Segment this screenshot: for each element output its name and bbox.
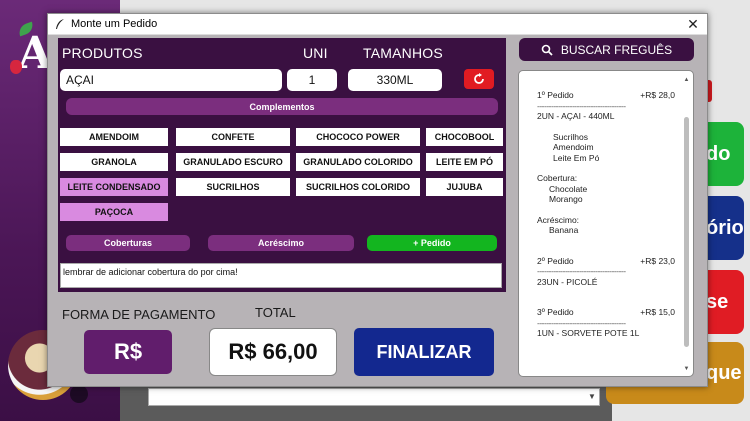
tile-label: se xyxy=(706,290,729,313)
order-title: 2º Pedido xyxy=(537,255,574,266)
header-tamanhos: TAMANHOS xyxy=(363,45,443,61)
order-header: 1º Pedido +R$ 28,0 xyxy=(537,90,675,101)
complemento-granulado-colorido[interactable]: GRANULADO COLORIDO xyxy=(296,153,420,171)
payment-method-button[interactable]: R$ xyxy=(84,330,172,374)
search-icon xyxy=(541,44,553,56)
coberturas-button[interactable]: Coberturas xyxy=(66,235,190,251)
complemento-leite-condensado[interactable]: LEITE CONDENSADO xyxy=(60,178,168,196)
tile-label: do xyxy=(706,142,731,165)
order-item: 2UN - AÇAI - 440ML xyxy=(537,111,615,121)
order-title: 3º Pedido xyxy=(537,307,574,317)
receipt-scrollbar[interactable]: ▲ ▼ xyxy=(682,75,691,373)
feather-icon xyxy=(56,19,64,29)
complemento-line: Sucrilhos xyxy=(553,131,588,142)
buscar-fregues-button[interactable]: BUSCAR FREGUÊS xyxy=(519,38,694,61)
complemento-confete[interactable]: CONFETE xyxy=(176,128,290,146)
complemento-amendoim[interactable]: AMENDOIM xyxy=(60,128,168,146)
chevron-down-icon[interactable]: ▼ xyxy=(588,392,596,401)
total-label: TOTAL xyxy=(255,305,296,320)
dialog-title: Monte um Pedido xyxy=(71,18,158,30)
scroll-down-icon[interactable]: ▼ xyxy=(682,364,691,373)
titlebar: Monte um Pedido ✕ xyxy=(48,14,707,35)
order-title: 1º Pedido xyxy=(537,90,574,100)
receipt-content: 1º Pedido +R$ 28,0 ---------------------… xyxy=(537,90,675,339)
buscar-fregues-label: BUSCAR FREGUÊS xyxy=(560,42,673,57)
refresh-icon xyxy=(474,73,484,84)
order-header: 2º Pedido +R$ 23,0 xyxy=(537,256,675,267)
berry-decoration xyxy=(70,385,88,403)
complemento-pacoca[interactable]: PAÇOCA xyxy=(60,203,168,221)
add-pedido-button[interactable]: + Pedido xyxy=(367,235,497,251)
tamanho-field[interactable]: 330ML xyxy=(348,69,442,91)
complemento-jujuba[interactable]: JUJUBA xyxy=(426,178,503,196)
order-dialog: Monte um Pedido ✕ PRODUTOS UNI TAMANHOS … xyxy=(47,13,708,387)
complemento-sucrilhos[interactable]: SUCRILHOS xyxy=(176,178,290,196)
order-price: +R$ 23,0 xyxy=(640,255,675,266)
order-item: 1UN - SORVETE POTE 1L xyxy=(537,328,640,338)
order-header: 3º Pedido +R$ 15,0 xyxy=(537,307,675,318)
acrescimo-button[interactable]: Acréscimo xyxy=(208,235,354,251)
background-input[interactable] xyxy=(148,388,600,406)
separator: -------------------------------------- xyxy=(537,317,626,328)
header-uni: UNI xyxy=(303,45,328,61)
observation-input[interactable]: lembrar de adicionar cobertura do por ci… xyxy=(60,263,502,288)
acrescimo-label: Acréscimo: xyxy=(537,214,580,225)
products-panel: PRODUTOS UNI TAMANHOS AÇAI 1 330ML Compl… xyxy=(58,38,506,292)
complemento-line: Leite Em Pó xyxy=(553,152,600,163)
order-price: +R$ 28,0 xyxy=(640,90,675,100)
order-receipt: 1º Pedido +R$ 28,0 ---------------------… xyxy=(518,70,694,377)
close-icon[interactable]: ✕ xyxy=(679,14,707,34)
cobertura-line: Chocolate xyxy=(549,183,588,194)
total-value: R$ 66,00 xyxy=(209,328,337,376)
complemento-chococo-power[interactable]: CHOCOCO POWER xyxy=(296,128,420,146)
order-price: +R$ 15,0 xyxy=(640,307,675,317)
forma-pagamento-label: FORMA DE PAGAMENTO xyxy=(62,307,216,322)
produto-field[interactable]: AÇAI xyxy=(60,69,282,91)
refresh-button[interactable] xyxy=(464,69,494,89)
complemento-sucrilhos-colorido[interactable]: SUCRILHOS COLORIDO xyxy=(296,178,420,196)
separator: -------------------------------------- xyxy=(537,100,626,111)
complemento-chocobool[interactable]: CHOCOBOOL xyxy=(426,128,503,146)
uni-field[interactable]: 1 xyxy=(287,69,337,91)
scrollbar-thumb[interactable] xyxy=(684,117,689,347)
complementos-header: Complementos xyxy=(66,98,498,115)
finalizar-button[interactable]: FINALIZAR xyxy=(354,328,494,376)
complemento-leite-em-po[interactable]: LEITE EM PÓ xyxy=(426,153,503,171)
complemento-granola[interactable]: GRANOLA xyxy=(60,153,168,171)
tile-label: que xyxy=(706,361,742,384)
complemento-line: Amendoim xyxy=(553,142,594,152)
order-item: 23UN - PICOLÉ xyxy=(537,276,598,287)
scroll-up-icon[interactable]: ▲ xyxy=(682,75,691,84)
tile-label: ório xyxy=(706,216,744,239)
cobertura-line: Morango xyxy=(549,194,583,204)
header-produtos: PRODUTOS xyxy=(62,45,143,61)
complemento-granulado-escuro[interactable]: GRANULADO ESCURO xyxy=(176,153,290,171)
acrescimo-line: Banana xyxy=(549,225,579,235)
strawberry-decoration xyxy=(10,60,22,74)
cobertura-label: Cobertura: xyxy=(537,173,578,183)
separator: -------------------------------------- xyxy=(537,266,626,276)
